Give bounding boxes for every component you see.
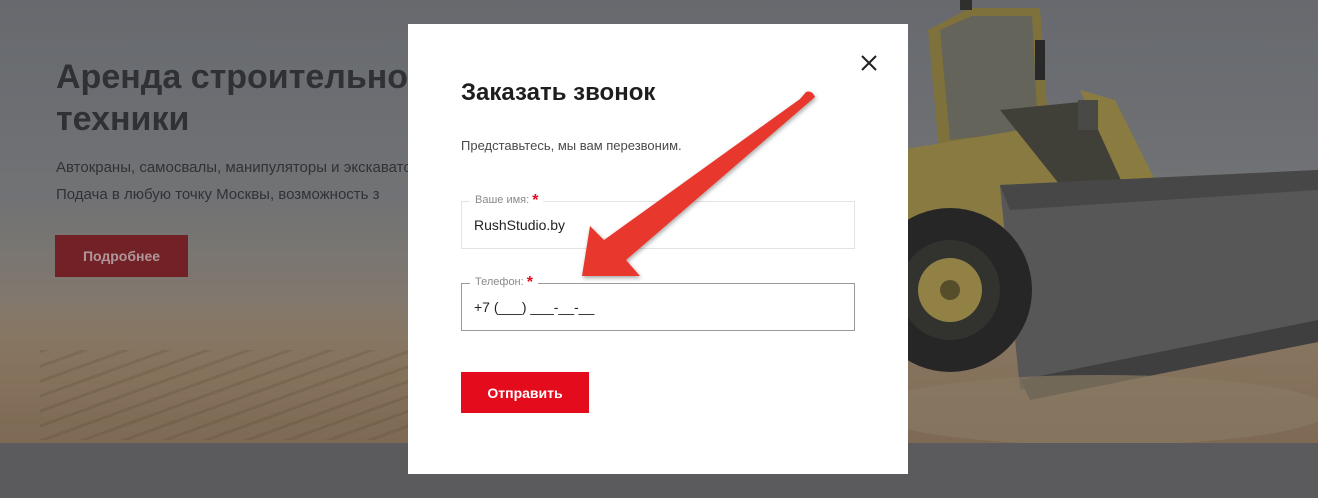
modal-description: Представьтесь, мы вам перезвоним. xyxy=(461,138,682,153)
name-field: Ваше имя: * xyxy=(461,192,855,249)
callback-modal: Заказать звонок Представьтесь, мы вам пе… xyxy=(408,24,908,474)
modal-title: Заказать звонок xyxy=(461,79,656,106)
close-icon xyxy=(861,55,877,71)
phone-field-label: Телефон: * xyxy=(470,274,538,292)
phone-required-mark: * xyxy=(526,274,533,291)
name-field-label: Ваше имя: * xyxy=(470,192,544,210)
submit-button[interactable]: Отправить xyxy=(461,372,589,413)
close-button[interactable] xyxy=(858,52,880,74)
name-required-mark: * xyxy=(532,192,539,209)
name-input[interactable] xyxy=(474,214,834,236)
phone-label-text: Телефон: xyxy=(475,276,524,288)
name-label-text: Ваше имя: xyxy=(475,194,530,206)
phone-field: Телефон: * xyxy=(461,274,855,331)
phone-input[interactable] xyxy=(474,296,834,318)
